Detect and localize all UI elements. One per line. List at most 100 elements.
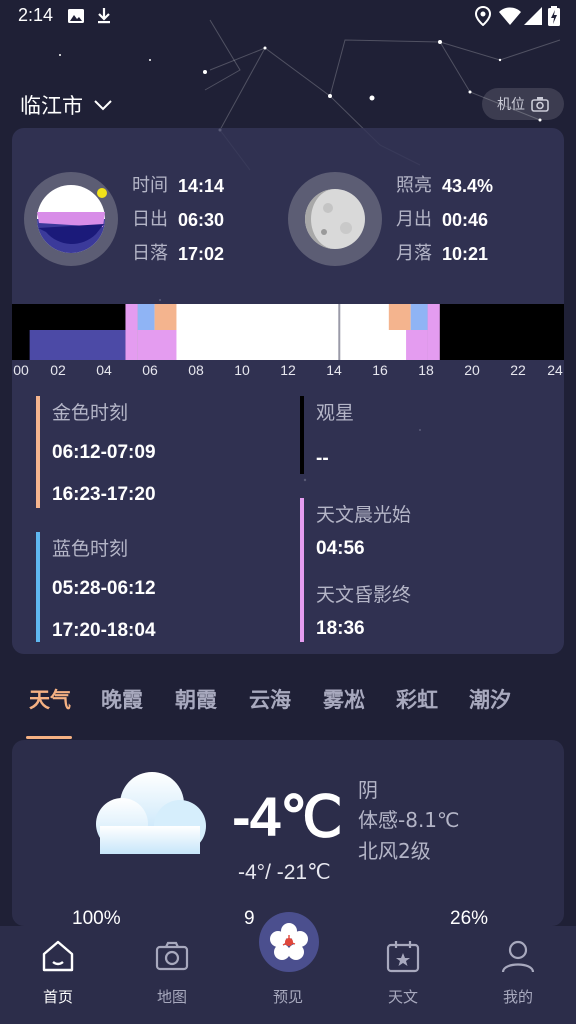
city-name: 临江市 xyxy=(20,94,83,118)
moonrise-row: 月出 00:46 xyxy=(396,203,493,237)
flower-icon xyxy=(270,923,308,960)
weather-card: -4℃ -4°/ -21℃ 阴 体感-8.1℃ 北风2级 100% 9 26% xyxy=(12,740,564,926)
sun-info: 时间 14:14 日出 06:30 日落 17:02 xyxy=(132,169,224,271)
hour-tick-label: 18 xyxy=(418,362,434,378)
moonset-value: 10:21 xyxy=(442,244,489,264)
blue-hour-morning: 05:28-06:12 xyxy=(52,578,156,599)
golden-hour-morning: 06:12-07:09 xyxy=(52,442,156,463)
sunrise-label: 日出 xyxy=(132,209,168,230)
nav-home-label: 首页 xyxy=(42,988,73,1006)
timeline-twilight-evening xyxy=(427,304,440,360)
active-tab-indicator xyxy=(26,736,72,739)
golden-hour-title: 金色时刻 xyxy=(52,402,129,424)
wifi-icon xyxy=(499,7,521,25)
status-bar: 2:14 xyxy=(0,0,576,32)
nav-profile[interactable]: 我的 xyxy=(478,926,558,1024)
stargazing-value: -- xyxy=(316,448,329,469)
golden-hour-section: 金色时刻 06:12-07:09 16:23-17:20 xyxy=(36,396,276,510)
moon-illumination-row: 照亮 43.4% xyxy=(396,169,493,203)
tab-weather[interactable]: 天气 xyxy=(29,684,71,714)
astronomical-dawn-value: 04:56 xyxy=(316,538,365,559)
sunrise-row: 日出 06:30 xyxy=(132,203,224,237)
city-selector[interactable]: 临江市 xyxy=(20,90,113,120)
moon-illumination-label: 照亮 xyxy=(396,175,432,196)
calendar-icon xyxy=(386,941,420,973)
hour-tick-label: 12 xyxy=(280,362,296,378)
tab-item-1[interactable]: 晚霞 xyxy=(101,684,143,714)
tab-item-5[interactable]: 彩虹 xyxy=(396,684,438,714)
sunset-row: 日落 17:02 xyxy=(132,237,224,271)
astronomical-dawn-title: 天文晨光始 xyxy=(316,504,412,526)
tab-item-3[interactable]: 云海 xyxy=(249,684,291,714)
hour-tick-label: 00 xyxy=(13,362,29,378)
weather-stat-right: 26% xyxy=(450,908,489,926)
sun-moon-card: 时间 14:14 日出 06:30 日落 17:02 照亮 43.4% 月出 0… xyxy=(12,128,564,654)
moonset-row: 月落 10:21 xyxy=(396,237,493,271)
weather-stat-humidity: 100% xyxy=(72,908,121,926)
image-icon xyxy=(68,9,84,23)
daylight-timeline[interactable] xyxy=(12,304,564,360)
blue-hour-title: 蓝色时刻 xyxy=(52,538,129,560)
moon-info: 照亮 43.4% 月出 00:46 月落 10:21 xyxy=(396,169,493,271)
nav-astronomy[interactable]: 天文 xyxy=(363,926,443,1024)
sunset-label: 日落 xyxy=(132,243,168,264)
location-button[interactable]: 机位 xyxy=(482,88,564,120)
download-icon xyxy=(98,8,110,24)
astronomical-twilight-bar xyxy=(300,498,304,642)
timeline-twilight-morning xyxy=(125,304,138,360)
sun-time-label: 时间 xyxy=(132,175,168,196)
nav-astronomy-label: 天文 xyxy=(387,988,418,1006)
nav-home[interactable]: 首页 xyxy=(18,926,98,1024)
timeline-hour-labels: 00 02 04 06 08 10 12 14 16 18 20 22 24 xyxy=(12,362,564,380)
hour-tick-label: 06 xyxy=(142,362,158,378)
timeline-golden-evening xyxy=(388,304,411,330)
hour-tick-label: 24 xyxy=(547,362,563,378)
tab-item-6[interactable]: 潮汐 xyxy=(469,684,511,714)
camera-icon xyxy=(531,97,549,112)
wind: 北风2级 xyxy=(358,839,431,863)
golden-hour-bar xyxy=(36,396,40,508)
timeline-blue-morning xyxy=(137,304,155,330)
home-icon xyxy=(42,940,74,972)
hour-tick-label: 04 xyxy=(96,362,112,378)
nav-forecast-label: 预见 xyxy=(272,988,303,1006)
user-icon xyxy=(501,940,535,973)
timeline-golden-morning xyxy=(154,304,177,330)
hour-tick-label: 02 xyxy=(50,362,66,378)
sunrise-value: 06:30 xyxy=(178,210,225,230)
tab-item-2[interactable]: 朝霞 xyxy=(175,684,217,714)
tab-item-4[interactable]: 雾凇 xyxy=(323,684,365,714)
battery-icon xyxy=(548,6,560,26)
blue-hour-bar xyxy=(36,532,40,642)
moon-illumination-value: 43.4% xyxy=(442,176,494,196)
hour-tick-label: 22 xyxy=(510,362,526,378)
category-tabs: 天气 晚霞 朝霞 云海 雾凇 彩虹 潮汐 xyxy=(14,678,564,740)
moon-phase-dial xyxy=(288,172,382,266)
status-time: 2:14 xyxy=(18,5,54,25)
timeline-twilight-morning-low xyxy=(137,330,177,360)
hour-tick-label: 08 xyxy=(188,362,204,378)
forecast-fab-button[interactable] xyxy=(259,912,319,972)
chevron-down-icon xyxy=(94,100,112,111)
sunset-value: 17:02 xyxy=(178,244,225,264)
current-temperature: -4℃ xyxy=(232,785,343,848)
hour-tick-label: 10 xyxy=(234,362,250,378)
moonrise-value: 00:46 xyxy=(442,210,489,230)
sun-time-value: 14:14 xyxy=(178,176,225,196)
hour-tick-label: 20 xyxy=(464,362,480,378)
timeline-day xyxy=(137,304,428,360)
weather-stat-middle: 9 xyxy=(244,908,255,926)
stargazing-section: 观星 -- xyxy=(300,396,540,476)
nav-map[interactable]: 地图 xyxy=(132,926,212,1024)
stargazing-bar xyxy=(300,396,304,474)
nav-map-label: 地图 xyxy=(156,988,187,1006)
astronomical-dusk-title: 天文昏影终 xyxy=(316,584,412,606)
moonset-label: 月落 xyxy=(396,243,432,264)
hour-tick-label: 14 xyxy=(326,362,342,378)
location-button-label: 机位 xyxy=(497,97,525,113)
stargazing-title: 观星 xyxy=(316,402,355,424)
weather-condition: 阴 xyxy=(358,778,378,802)
camera-icon xyxy=(155,941,189,971)
hour-tick-label: 16 xyxy=(372,362,388,378)
sun-time-row: 时间 14:14 xyxy=(132,169,224,203)
